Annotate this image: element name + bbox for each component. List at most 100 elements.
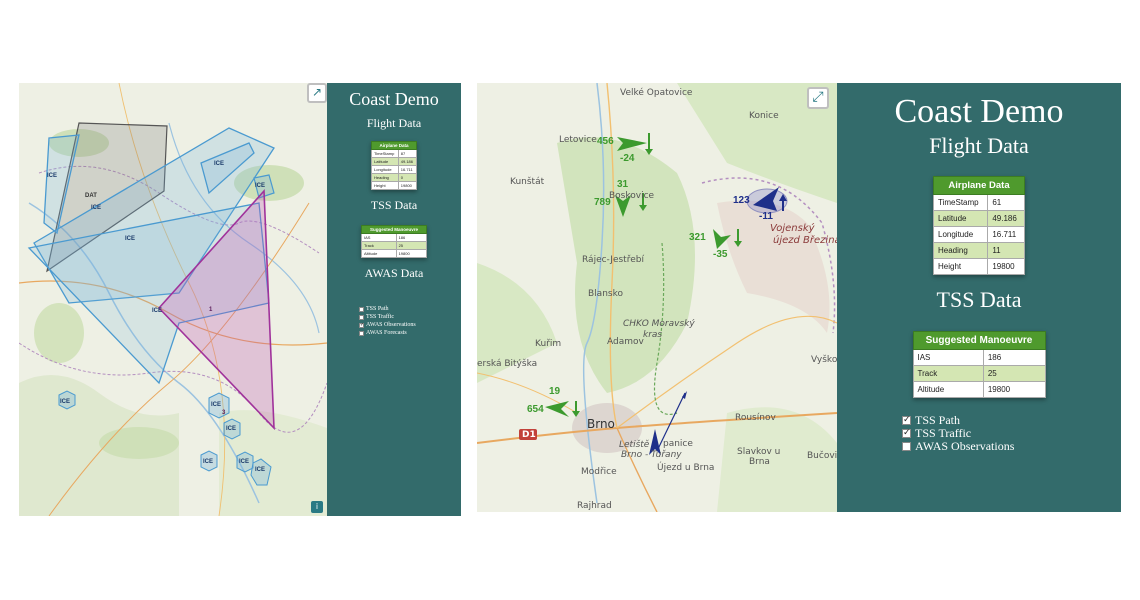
purple-marker[interactable]: 1 <box>209 307 212 313</box>
place-label: Vyško <box>811 355 837 365</box>
place-label: Letovice <box>559 135 597 145</box>
fullscreen-button[interactable]: ↗ <box>307 83 327 103</box>
row-label: Longitude <box>371 165 399 174</box>
row-value: 49.186 <box>397 157 418 166</box>
intruder-altitude-label: -11 <box>759 211 773 222</box>
app-title: Coast Demo <box>894 93 1064 130</box>
place-label: panice <box>663 439 693 449</box>
row-label: Track <box>912 365 984 382</box>
info-button[interactable]: i <box>311 501 323 513</box>
left-sidebar: Coast Demo Flight Data Airplane Data Tim… <box>327 83 461 516</box>
layer-toggle-awas-observations[interactable]: AWAS Observations <box>902 439 1121 453</box>
table-row: IAS 186 <box>912 349 1046 366</box>
purple-marker[interactable]: 3 <box>222 410 225 416</box>
traffic-altitude-label: -24 <box>620 153 635 164</box>
row-label: Track <box>361 241 397 250</box>
fullscreen-button[interactable]: ⤢ <box>807 87 829 109</box>
place-label: Konice <box>749 111 779 121</box>
row-label: Altitude <box>361 249 397 258</box>
row-value: 87 <box>397 149 418 158</box>
highway-label: D1 <box>522 430 536 440</box>
place-label: Adamov <box>607 337 644 347</box>
checkbox[interactable] <box>359 322 364 328</box>
row-value: 25 <box>982 365 1046 382</box>
checkbox[interactable] <box>902 442 911 451</box>
layer-label: AWAS Forecasts <box>366 330 407 336</box>
checkbox[interactable] <box>902 415 911 425</box>
ice-marker[interactable]: ICE <box>226 426 236 432</box>
layer-toggle-awas-observations[interactable]: AWAS Observations <box>359 321 461 329</box>
row-label: IAS <box>912 349 984 366</box>
row-label: Height <box>932 258 989 275</box>
ice-marker[interactable]: ICE <box>125 236 135 242</box>
traffic-id-label: 654 <box>527 404 544 415</box>
checkbox[interactable] <box>359 330 364 336</box>
place-label: Vojenský <box>770 223 815 234</box>
place-label: Modřice <box>581 467 617 477</box>
right-app-view: Velké Opatovice Konice Letovice Kunštát … <box>477 83 1121 512</box>
right-sidebar: Coast Demo Flight Data Airplane Data Tim… <box>837 83 1121 512</box>
row-value: 61 <box>987 194 1025 211</box>
table-row: Height 19800 <box>932 258 1025 275</box>
table-row: Latitude 49.186 <box>371 157 418 166</box>
table-row: Altitude 19800 <box>361 249 428 258</box>
ice-marker[interactable]: ICE <box>60 399 70 405</box>
row-label: Altitude <box>912 381 984 398</box>
table-row: TimeStamp 87 <box>371 149 418 158</box>
table-row: TimeStamp 61 <box>932 194 1025 211</box>
layer-toggles: TSS Path TSS Traffic AWAS Observations A… <box>359 305 461 337</box>
forest-area <box>99 427 179 459</box>
ice-marker[interactable]: ICE <box>152 308 162 314</box>
ice-marker[interactable]: ICE <box>255 467 265 473</box>
row-value: 19800 <box>395 249 428 258</box>
awas-data-heading: AWAS Data <box>364 266 424 280</box>
layer-label: AWAS Observations <box>915 439 1015 453</box>
right-map-canvas <box>477 83 837 512</box>
checkbox[interactable] <box>359 314 364 320</box>
table-row: Latitude 49.186 <box>932 210 1025 227</box>
suggested-manoeuvre-header: Suggested Manoeuvre <box>912 331 1046 350</box>
left-map[interactable]: ICE ICE ICE ICE ICE ICE ICE ICE ICE ICE … <box>19 83 327 516</box>
dat-marker[interactable]: DAT <box>85 193 97 199</box>
layer-toggle-awas-forecasts[interactable]: AWAS Forecasts <box>359 329 461 337</box>
row-label: Heading <box>371 173 399 182</box>
flight-data-heading: Flight Data <box>366 116 422 130</box>
ice-marker[interactable]: ICE <box>91 205 101 211</box>
ice-marker[interactable]: ICE <box>211 402 221 408</box>
ice-marker[interactable]: ICE <box>214 161 224 167</box>
place-label: kras <box>643 330 663 340</box>
intruder-id-label: 123 <box>733 195 750 206</box>
left-map-canvas <box>19 83 327 516</box>
place-label: Velké Opatovice <box>620 88 693 98</box>
suggested-manoeuvre-table: Suggested Manoeuvre IAS 186 Track 25 Altit… <box>912 331 1046 398</box>
place-label: Kuřim <box>535 339 562 349</box>
checkbox[interactable] <box>902 428 911 438</box>
place-label: erská Bitýška <box>477 359 538 369</box>
row-value: 49.186 <box>987 210 1025 227</box>
row-label: Height <box>371 181 399 190</box>
ice-marker[interactable]: ICE <box>239 459 249 465</box>
row-value: 0 <box>397 173 418 182</box>
place-label: Brno - Tuřany <box>621 450 682 460</box>
ice-marker[interactable]: ICE <box>203 459 213 465</box>
table-row: Track 25 <box>361 241 428 250</box>
table-row: Height 19800 <box>371 181 418 190</box>
layer-toggle-tss-traffic[interactable]: TSS Traffic <box>359 313 461 321</box>
traffic-altitude-label: -35 <box>713 249 728 260</box>
ice-marker[interactable]: ICE <box>47 173 57 179</box>
layer-toggle-tss-path[interactable]: TSS Path <box>359 305 461 313</box>
table-row: Heading 0 <box>371 173 418 182</box>
fullscreen-icon: ↗ <box>311 85 323 99</box>
place-label: Rousínov <box>735 413 776 423</box>
ice-marker[interactable]: ICE <box>255 183 265 189</box>
table-row: Heading 11 <box>932 242 1025 259</box>
flight-data-heading: Flight Data <box>929 133 1029 158</box>
table-row: Longitude 16.711 <box>371 165 418 174</box>
place-label: Boskovice <box>609 191 655 201</box>
place-label: Bučovice <box>807 451 837 461</box>
row-value: 186 <box>982 349 1046 366</box>
checkbox[interactable] <box>359 306 364 312</box>
row-value: 16.711 <box>397 165 418 174</box>
airplane-data-table: Airplane Data TimeStamp 61 Latitude 49.186… <box>932 176 1025 275</box>
right-map[interactable]: Velké Opatovice Konice Letovice Kunštát … <box>477 83 837 512</box>
